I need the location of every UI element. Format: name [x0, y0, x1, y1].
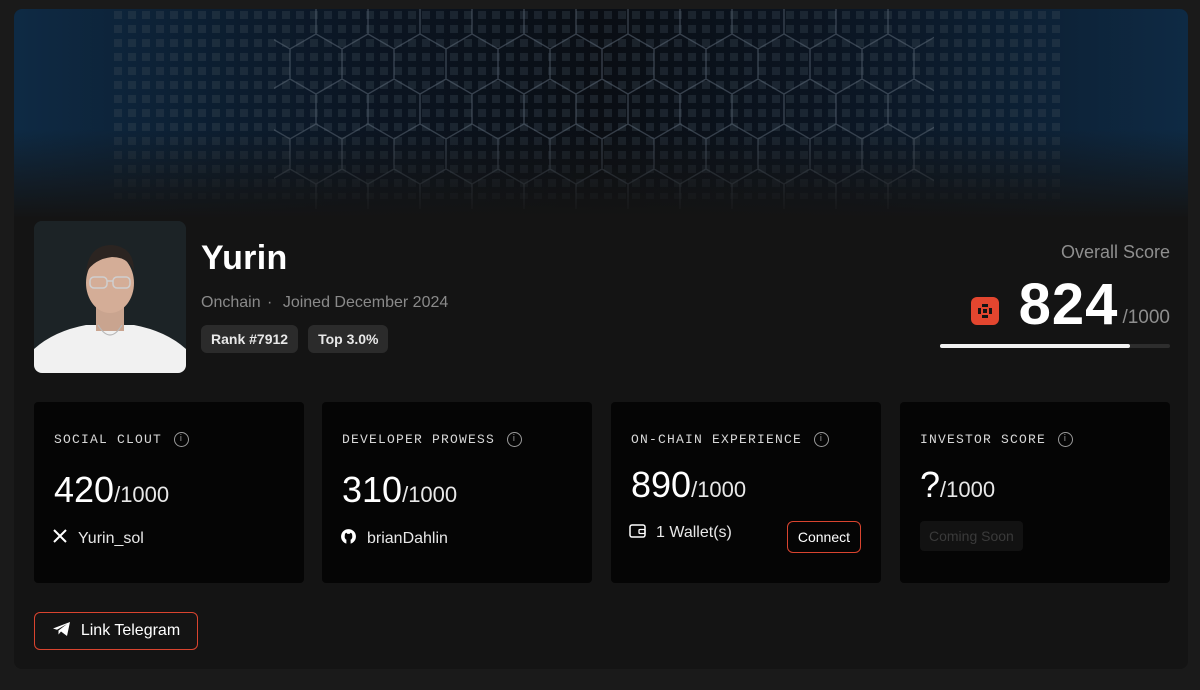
coming-soon-button: Coming Soon — [920, 521, 1023, 551]
profile-card: Yurin Onchain · Joined December 2024 Ran… — [14, 9, 1188, 669]
investor-score-card: INVESTOR SCORE i ? /1000 Coming Soon — [900, 402, 1170, 583]
avatar — [34, 221, 186, 373]
x-logo-icon — [52, 528, 68, 549]
stat-max: /1000 — [402, 482, 458, 507]
meta-separator: · — [267, 294, 273, 311]
social-clout-card: SOCIAL CLOUT i 420 /1000 Yurin_sol — [34, 402, 304, 583]
stat-value: 310 — [342, 469, 403, 510]
info-icon[interactable]: i — [174, 432, 190, 447]
stat-max: /1000 — [691, 477, 747, 502]
profile-meta: Onchain · Joined December 2024 — [201, 294, 448, 312]
stat-max: /1000 — [114, 482, 170, 507]
stat-score: 420 /1000 — [54, 469, 169, 511]
stat-title: INVESTOR SCORE — [920, 432, 1047, 447]
overall-score-max: /1000 — [1122, 307, 1170, 328]
telegram-icon — [52, 621, 71, 642]
wallet-count-text: 1 Wallet(s) — [656, 524, 732, 541]
overall-score: 824 /1000 — [970, 272, 1170, 337]
stat-title: DEVELOPER PROWESS — [342, 432, 496, 447]
profile-badges: Rank #7912 Top 3.0% — [201, 325, 389, 353]
profile-joined: Joined December 2024 — [282, 294, 449, 311]
rank-badge: Rank #7912 — [201, 325, 299, 353]
profile-source: Onchain — [201, 294, 261, 311]
profile-name: Yurin — [201, 239, 288, 277]
stat-value: 420 — [54, 469, 115, 510]
profile-banner — [14, 9, 1188, 219]
wallet-count: 1 Wallet(s) — [629, 523, 732, 543]
github-account-link[interactable]: brianDahlin — [340, 528, 448, 550]
overall-score-value: 824 — [1018, 272, 1119, 337]
wallet-icon — [629, 523, 646, 543]
stat-score: ? /1000 — [920, 464, 995, 506]
info-icon[interactable]: i — [814, 432, 830, 447]
stat-value: 890 — [631, 464, 692, 505]
stat-score: 890 /1000 — [631, 464, 746, 506]
stat-value: ? — [920, 464, 941, 505]
link-telegram-label: Link Telegram — [80, 622, 181, 639]
x-account-link[interactable]: Yurin_sol — [52, 528, 144, 549]
connect-wallet-button[interactable]: Connect — [786, 521, 861, 553]
x-handle: Yurin_sol — [78, 529, 144, 547]
developer-prowess-card: DEVELOPER PROWESS i 310 /1000 brianDahli… — [322, 402, 592, 583]
info-icon[interactable]: i — [507, 432, 523, 447]
stat-score: 310 /1000 — [342, 469, 457, 511]
info-icon[interactable]: i — [1058, 432, 1074, 447]
stat-max: /1000 — [940, 477, 996, 502]
overall-score-bar — [940, 344, 1170, 348]
github-icon — [340, 528, 357, 550]
stat-title: SOCIAL CLOUT — [54, 432, 163, 447]
github-username: brianDahlin — [367, 530, 448, 547]
top-percent-badge: Top 3.0% — [308, 325, 389, 353]
onchain-experience-card: ON-CHAIN EXPERIENCE i 890 /1000 1 Wallet… — [611, 402, 881, 583]
link-telegram-button[interactable]: Link Telegram — [34, 612, 198, 650]
overall-score-bar-fill — [940, 344, 1130, 348]
overall-score-label: Overall Score — [1060, 242, 1170, 262]
score-logo-icon — [970, 297, 999, 325]
stat-title: ON-CHAIN EXPERIENCE — [631, 432, 803, 447]
